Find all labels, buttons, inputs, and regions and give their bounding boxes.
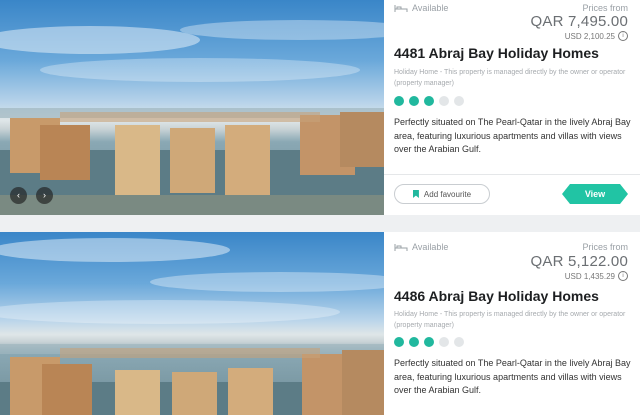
rating-dot-icon (409, 337, 419, 347)
usd-price: USD 1,435.29 i (565, 271, 628, 281)
next-photo-button[interactable]: › (36, 187, 53, 204)
info-icon[interactable]: i (618, 31, 628, 41)
listing-subtitle: Holiday Home - This property is managed … (394, 311, 626, 329)
property-photo[interactable]: ‹ › (0, 0, 384, 215)
availability-label: Available (412, 242, 449, 252)
rating-dot-icon (394, 96, 404, 106)
prices-from-label: Prices from (582, 3, 628, 13)
usd-price-value: USD 1,435.29 (564, 271, 615, 281)
bed-icon (394, 243, 408, 251)
rating-dot-empty-icon (454, 337, 464, 347)
listing-description: Perfectly situated on The Pearl-Qatar in… (394, 358, 631, 395)
listing-card: Available Prices from QAR 5,122.00 USD 1… (0, 232, 640, 415)
availability-label: Available (412, 3, 449, 13)
rating (394, 96, 464, 106)
add-favourite-label: Add favourite (423, 189, 472, 199)
rating-dot-empty-icon (454, 96, 464, 106)
availability: Available (394, 242, 448, 252)
rating-dot-empty-icon (439, 96, 449, 106)
listing-title[interactable]: 4481 Abraj Bay Holiday Homes (394, 45, 634, 61)
rating-dot-icon (424, 337, 434, 347)
price: QAR 5,122.00 (530, 253, 628, 270)
property-photo[interactable] (0, 232, 384, 415)
listing-info: Available Prices from QAR 5,122.00 USD 1… (384, 232, 640, 415)
listing-card: ‹ › Available Prices from QAR 7,495.00 U… (0, 0, 640, 215)
info-icon[interactable]: i (618, 271, 628, 281)
price: QAR 7,495.00 (530, 13, 628, 30)
usd-price-value: USD 2,100.25 (564, 31, 615, 41)
bookmark-icon (412, 190, 419, 198)
usd-price: USD 2,100.25 i (565, 31, 628, 41)
divider (384, 174, 640, 175)
rating-dot-icon (394, 337, 404, 347)
rating-dot-icon (424, 96, 434, 106)
prices-from-label: Prices from (582, 242, 628, 252)
pearl-qatar-skyline-image (0, 20, 384, 215)
rating (394, 337, 464, 347)
listing-title[interactable]: 4486 Abraj Bay Holiday Homes (394, 288, 634, 304)
listing-info: Available Prices from QAR 7,495.00 USD 2… (384, 0, 640, 215)
add-favourite-button[interactable]: Add favourite (394, 184, 490, 204)
rating-dot-icon (409, 96, 419, 106)
listing-description: Perfectly situated on The Pearl-Qatar in… (394, 117, 631, 154)
availability: Available (394, 3, 448, 13)
listing-subtitle: Holiday Home - This property is managed … (394, 69, 626, 87)
rating-dot-empty-icon (439, 337, 449, 347)
bed-icon (394, 4, 408, 12)
listing-separator (0, 215, 640, 232)
view-button[interactable]: View (562, 184, 628, 204)
prev-photo-button[interactable]: ‹ (10, 187, 27, 204)
pearl-qatar-skyline-image (0, 238, 384, 415)
